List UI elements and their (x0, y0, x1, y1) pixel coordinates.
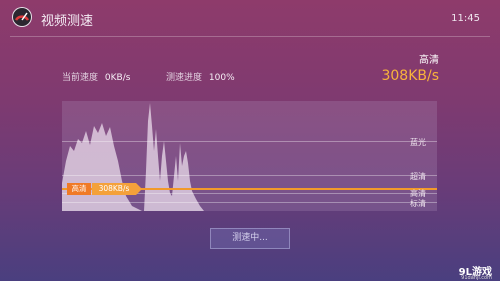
result-speed: 308KB/s (381, 68, 439, 84)
badge-quality: 高清 (67, 183, 91, 195)
tier-label-bluray: 蓝光 (410, 138, 426, 147)
top-bar: 视频测速 11:45 (0, 0, 500, 36)
badge-arrow-icon (136, 183, 142, 195)
progress-stat: 测速进度 100% (166, 70, 235, 83)
tier-line-sd (62, 202, 437, 203)
header-divider (10, 36, 490, 37)
badge-speed: 308KB/s (92, 183, 136, 195)
current-speed-stat: 当前速度 0KB/s (62, 70, 130, 83)
tier-line-bluray (62, 141, 437, 142)
tier-label-super: 超清 (410, 172, 426, 181)
testing-button[interactable]: 测速中... (210, 228, 290, 249)
page-title: 视频测速 (41, 14, 94, 29)
progress-label: 测速进度 (166, 73, 203, 83)
tier-label-sd: 标清 (410, 199, 426, 208)
tier-line-super (62, 175, 437, 176)
speedometer-app-icon[interactable] (12, 7, 32, 27)
watermark-logo: 9L游戏 91danji.com (459, 263, 492, 281)
result-quality: 高清 (419, 55, 439, 66)
clock: 11:45 (451, 13, 480, 24)
watermark-domain: 91danji.com (461, 275, 492, 281)
current-speed-label: 当前速度 (62, 73, 99, 83)
progress-value: 100% (208, 73, 235, 83)
current-speed-value: 0KB/s (104, 73, 131, 83)
